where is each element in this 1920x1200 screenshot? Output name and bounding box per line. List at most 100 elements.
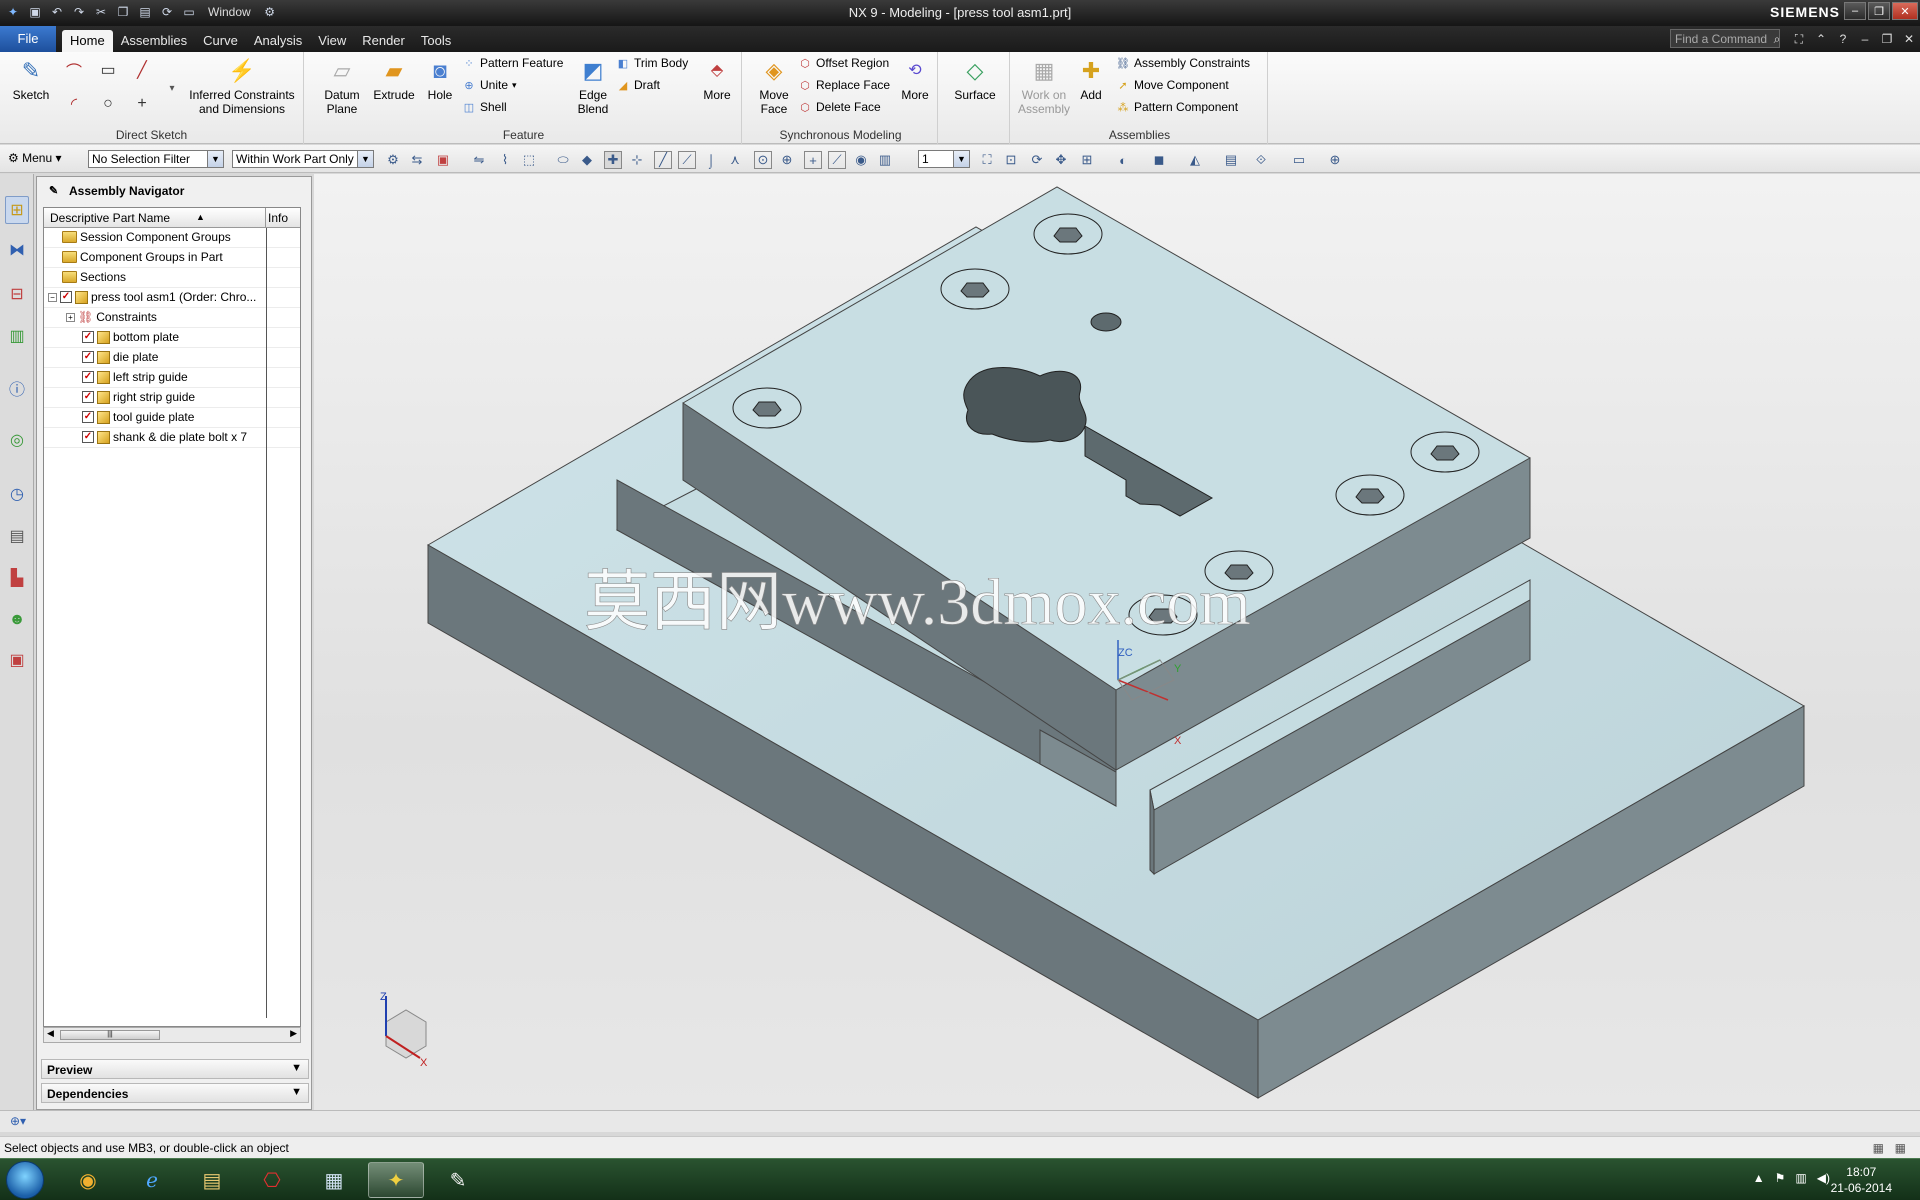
visibility-checkbox[interactable]: ✓ (60, 291, 72, 303)
deselect-icon[interactable]: ⇋ (470, 151, 488, 169)
add-component-button[interactable]: ✚ Add (1074, 56, 1108, 103)
action-center-icon[interactable]: ⚑ (1775, 1171, 1786, 1185)
graphics-window[interactable]: ZC Y X Z X 莫西网www.3dmox.com (314, 174, 1920, 1110)
horizontal-scrollbar[interactable]: ◀ ||| ▶ (43, 1027, 301, 1043)
view-settings-icon[interactable]: ⊕ (1326, 151, 1344, 169)
help-icon[interactable]: ? (1834, 30, 1852, 48)
face-icon[interactable]: ◆ (578, 151, 596, 169)
doc-close-icon[interactable]: ✕ (1900, 30, 1918, 48)
intersection-icon[interactable]: ⋏ (726, 151, 744, 169)
snap-enable-icon[interactable]: ✚ (604, 151, 622, 169)
volume-icon[interactable]: ◀) (1817, 1171, 1830, 1185)
visibility-checkbox[interactable]: ✓ (82, 411, 94, 423)
shell-button[interactable]: ◫ Shell (462, 100, 507, 114)
lasso-icon[interactable]: ⌇ (496, 151, 514, 169)
show-hidden-icons-icon[interactable]: ▲ (1753, 1171, 1765, 1185)
network-icon[interactable]: ▥ (1795, 1171, 1806, 1185)
select-rectangle-icon[interactable]: ▣ (434, 151, 452, 169)
zoom-icon[interactable]: ⊡ (1002, 151, 1020, 169)
visibility-checkbox[interactable]: ✓ (82, 351, 94, 363)
tree-row[interactable]: − ✓ press tool asm1 (Order: Chro... (44, 288, 300, 308)
shaded-icon[interactable]: ◼ (1150, 151, 1168, 169)
tree-row[interactable]: Component Groups in Part (44, 248, 300, 268)
doc-minimize-icon[interactable]: – (1856, 30, 1874, 48)
tree-row[interactable]: ✓ right strip guide (44, 388, 300, 408)
search-icon[interactable]: ⌕ (1768, 30, 1786, 48)
constraint-navigator-tab-icon[interactable]: ⧓ (5, 236, 29, 264)
taskbar-app-file-explorer[interactable]: ▤ (184, 1162, 240, 1198)
scroll-left-icon[interactable]: ◀ (47, 1028, 54, 1039)
scroll-right-icon[interactable]: ▶ (290, 1028, 297, 1039)
collapse-ribbon-icon[interactable]: ⌃ (1812, 30, 1830, 48)
delete-face-button[interactable]: ⬡ Delete Face (798, 100, 881, 114)
measure-icon[interactable]: ▭ (1290, 151, 1308, 169)
feature-more-button[interactable]: ⬘ More (696, 56, 738, 103)
collapse-icon[interactable]: − (48, 292, 57, 302)
general-selection-icon[interactable]: ⚙ (384, 151, 402, 169)
taskbar-app-calculator[interactable]: ▦ (306, 1162, 362, 1198)
tab-tools[interactable]: Tools (413, 30, 459, 52)
restore-button[interactable]: ❐ (1868, 2, 1890, 20)
taskbar-app-browser[interactable]: ◉ (60, 1162, 116, 1198)
show-hide-icon[interactable]: ◭ (1186, 151, 1204, 169)
profile-icon[interactable]: ⌒ (62, 58, 86, 82)
work-on-assembly-button[interactable]: ▦ Work on Assembly (1016, 56, 1072, 117)
tree-row[interactable]: Session Component Groups (44, 228, 300, 248)
menu-button[interactable]: ⚙ Menu ▾ (8, 151, 62, 165)
taskbar-app-internet-explorer[interactable]: ℯ (124, 1162, 180, 1198)
part-navigator-tab-icon[interactable]: ⊟ (5, 280, 29, 308)
start-button[interactable] (6, 1161, 44, 1199)
visibility-checkbox[interactable]: ✓ (82, 391, 94, 403)
die-cavity[interactable] (963, 367, 1087, 443)
arc-icon[interactable]: ◜ (62, 92, 86, 116)
tab-home[interactable]: Home (62, 30, 113, 52)
circle-icon[interactable]: ○ (96, 92, 120, 116)
wcs-icon[interactable]: ⟐ (1252, 151, 1270, 169)
mid-point-icon[interactable]: ⟋ (678, 151, 696, 169)
move-component-button[interactable]: ➚ Move Component (1116, 78, 1228, 92)
minimize-button[interactable]: – (1844, 2, 1866, 20)
hole-button[interactable]: ◙ Hole (418, 56, 462, 103)
fit-icon[interactable]: ⛶ (978, 151, 996, 169)
unite-button[interactable]: ⊕ Unite ▾ (462, 78, 516, 92)
manufacturing-wizard-tab-icon[interactable]: ▙ (5, 564, 29, 592)
tab-view[interactable]: View (310, 30, 354, 52)
layer-combo[interactable]: 1 ▼ (918, 150, 970, 168)
offset-region-button[interactable]: ⬡ Offset Region (798, 56, 889, 70)
chevron-down-icon[interactable]: ▼ (291, 1086, 302, 1098)
column-header-name[interactable]: Descriptive Part Name ▲ (44, 208, 266, 228)
model-view[interactable]: ZC Y X Z X 莫西网www.3dmox.com (314, 174, 1920, 1110)
sketch-button[interactable]: ✎ Sketch (8, 56, 54, 103)
datum-plane-button[interactable]: ▱ Datum Plane (316, 56, 368, 117)
surface-button[interactable]: ◇ Surface (948, 56, 1002, 103)
pin-icon[interactable]: ✎ (49, 184, 58, 197)
process-studio-tab-icon[interactable]: ▤ (5, 522, 29, 550)
close-button[interactable]: ✕ (1892, 2, 1918, 20)
history-tab-icon[interactable]: ◷ (5, 480, 29, 508)
replace-face-button[interactable]: ⬡ Replace Face (798, 78, 890, 92)
taskbar-app-paint[interactable]: ✎ (430, 1162, 486, 1198)
layer-dropdown-icon[interactable]: ▼ (953, 151, 969, 167)
file-menu-button[interactable]: File (0, 26, 56, 52)
tree-row[interactable]: ✓ bottom plate (44, 328, 300, 348)
quadrant-icon[interactable]: ⊕ (778, 151, 796, 169)
pattern-component-button[interactable]: ⁂ Pattern Component (1116, 100, 1239, 114)
tree-row[interactable]: + ⛓ Constraints (44, 308, 300, 328)
dependencies-panel[interactable]: Dependencies ▼ (41, 1083, 309, 1103)
sketch-gallery-more-icon[interactable]: ▾ (160, 76, 184, 100)
point-on-face-icon[interactable]: ◉ (852, 151, 870, 169)
snap-point-icon[interactable]: ⊹ (628, 151, 646, 169)
selection-filter-combo[interactable]: No Selection Filter ▼ (88, 150, 224, 168)
tab-render[interactable]: Render (354, 30, 413, 52)
dowel-hole[interactable] (1090, 312, 1122, 332)
taskbar-app-pdf-reader[interactable]: ⎔ (244, 1162, 300, 1198)
preview-panel[interactable]: Preview ▼ (41, 1059, 309, 1079)
inferred-constraints-button[interactable]: ⚡ Inferred Constraints and Dimensions (186, 56, 298, 117)
roles-tab-icon[interactable]: ☻ (5, 606, 29, 634)
scrollbar-thumb[interactable]: ||| (60, 1030, 160, 1040)
doc-restore-icon[interactable]: ❐ (1878, 30, 1896, 48)
tree-row[interactable]: ✓ left strip guide (44, 368, 300, 388)
tree-row[interactable]: ✓ die plate (44, 348, 300, 368)
pan-icon[interactable]: ✥ (1052, 151, 1070, 169)
draft-button[interactable]: ◢ Draft (616, 78, 660, 92)
